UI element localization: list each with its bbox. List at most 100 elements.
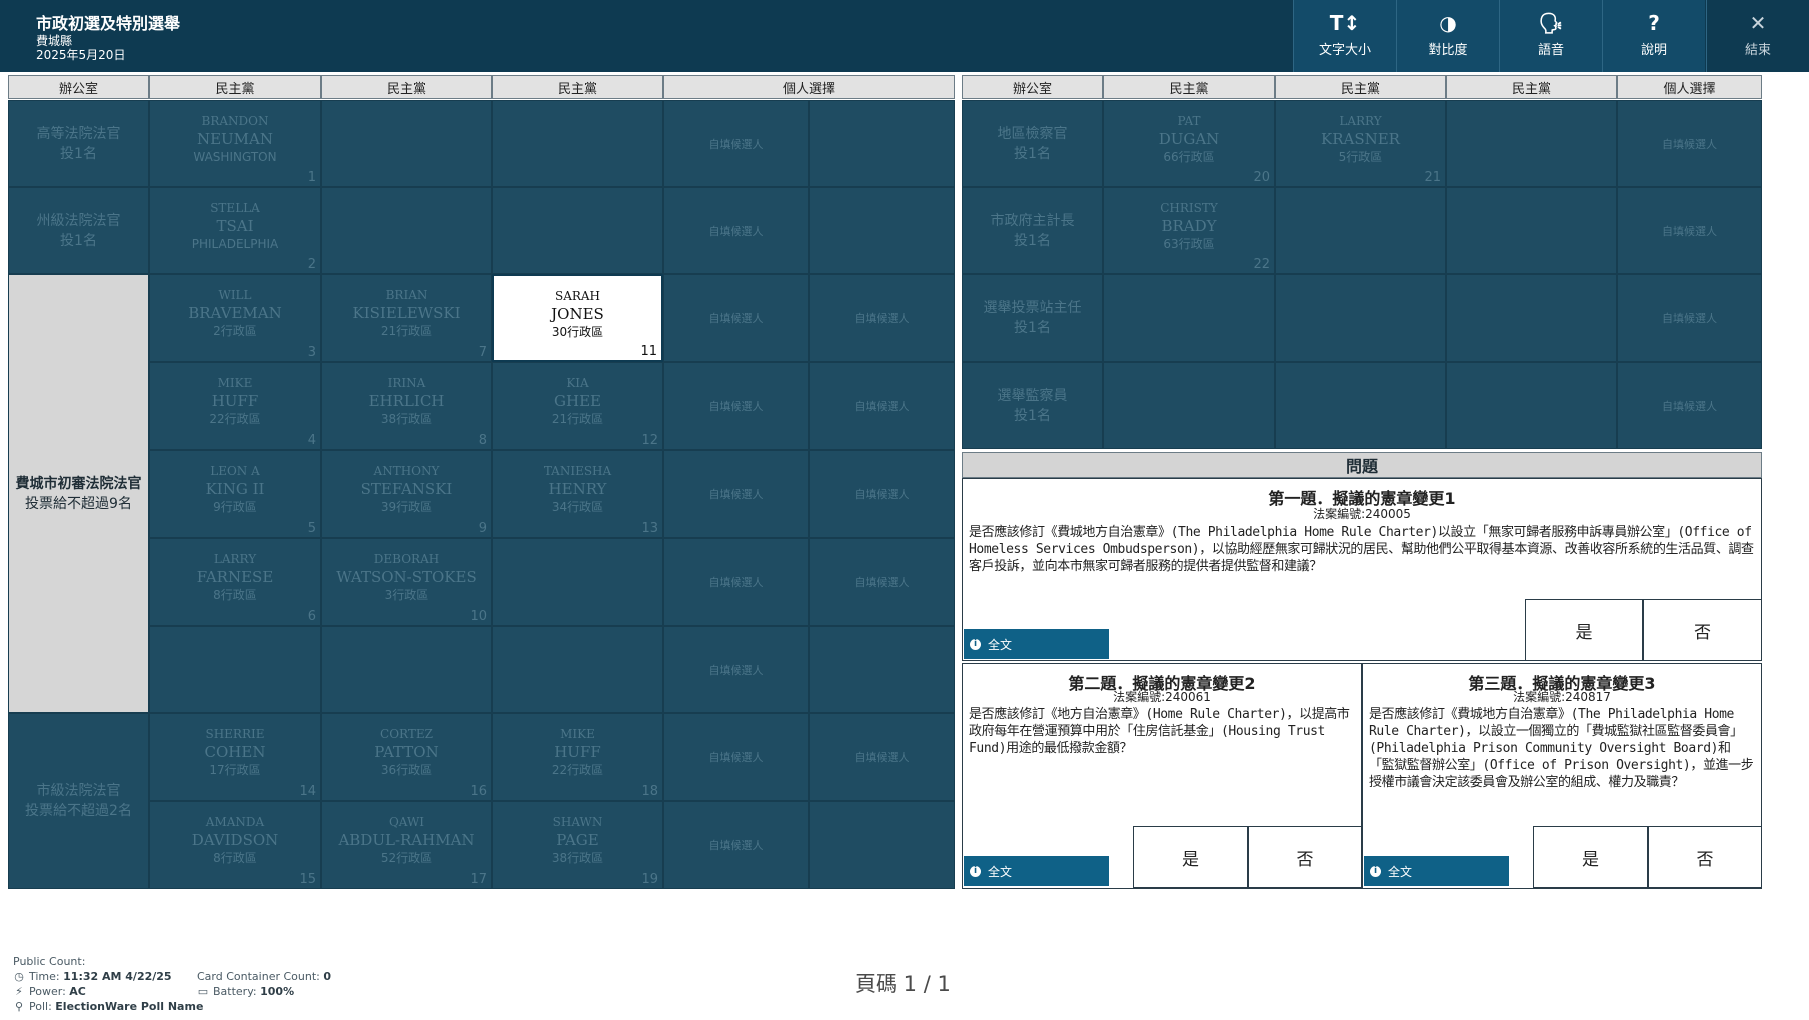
full-text-button[interactable]: i 全文 [1364,856,1509,886]
empty-cell [321,187,492,274]
candidate-larry-farnese[interactable]: LARRY FARNESE 8行政區 6 [149,538,321,626]
write-in-button[interactable]: 自填候選人 [809,538,955,626]
candidate-district: 21行政區 [380,324,433,338]
column-header-office: 辦公室 [962,75,1103,99]
candidate-district: 34行政區 [551,500,604,514]
help-button[interactable]: ? 說明 [1602,0,1705,72]
candidate-first-name: MIKE [217,376,253,390]
bill-number: 法案編號:240005 [1313,507,1411,521]
candidate-taniesha-henry[interactable]: TANIESHA HENRY 34行政區 13 [492,450,663,538]
audio-button[interactable]: 🗣 語音 [1499,0,1602,72]
candidate-qawi-abdul-rahman[interactable]: QAWI ABDUL-RAHMAN 52行政區 17 [321,801,492,889]
write-in-button[interactable]: 自填候選人 [1617,100,1762,187]
candidate-mike-huff-municipal[interactable]: MIKE HUFF 22行政區 18 [492,713,663,801]
write-in-button[interactable]: 自填候選人 [663,538,809,626]
full-text-button[interactable]: i 全文 [964,629,1109,659]
candidate-larry-krasner[interactable]: LARRY KRASNER 5行政區 21 [1275,100,1446,187]
candidate-christy-brady[interactable]: CHRISTY BRADY 63行政區 22 [1103,187,1275,274]
card-container-status: Card Container Count: 0 [197,970,331,983]
vote-limit: 投1名 [1014,232,1051,249]
candidate-cortez-patton[interactable]: CORTEZ PATTON 36行政區 16 [321,713,492,801]
candidate-deborah-watson-stokes[interactable]: DEBORAH WATSON-STOKES 3行政區 10 [321,538,492,626]
write-in-button[interactable]: 自填候選人 [809,274,955,362]
candidate-brandon-neuman[interactable]: BRANDON NEUMAN WASHINGTON 1 [149,100,321,187]
candidate-amanda-davidson[interactable]: AMANDA DAVIDSON 8行政區 15 [149,801,321,889]
office-judge-of-election: 選舉投票站主任 投1名 [962,274,1103,362]
candidate-will-braveman[interactable]: WILL BRAVEMAN 2行政區 3 [149,274,321,362]
question-2: 第二題．擬議的憲章變更2 法案編號:240061 是否應該修訂《地方自治憲章》(… [962,663,1362,889]
empty-cell [1446,100,1617,187]
write-in-button[interactable]: 自填候選人 [663,450,809,538]
candidate-district: 36行政區 [380,763,433,777]
write-in-button[interactable]: 自填候選人 [1617,362,1762,449]
candidate-mike-huff[interactable]: MIKE HUFF 22行政區 4 [149,362,321,450]
empty-cell [1446,187,1617,274]
text-size-icon: T↕ [1329,11,1361,35]
text-size-button[interactable]: T↕ 文字大小 [1293,0,1396,72]
write-in-button[interactable]: 自填候選人 [809,713,955,801]
candidate-leon-king[interactable]: LEON A KING II 9行政區 5 [149,450,321,538]
candidate-first-name: ANTHONY [373,464,440,478]
yes-button[interactable]: 是 [1133,826,1248,888]
contrast-button[interactable]: ◑ 對比度 [1396,0,1499,72]
time-value: 11:32 AM 4/22/25 [63,970,172,983]
candidate-stella-tsai[interactable]: STELLA TSAI PHILADELPHIA 2 [149,187,321,274]
write-in-button[interactable]: 自填候選人 [663,274,809,362]
no-button[interactable]: 否 [1643,599,1762,661]
column-header-democratic: 民主黨 [1103,75,1275,99]
candidate-irina-ehrlich[interactable]: IRINA EHRLICH 38行政區 8 [321,362,492,450]
column-header-democratic: 民主黨 [1275,75,1446,99]
candidate-last-name: BRADY [1161,217,1217,235]
candidate-sherrie-cohen[interactable]: SHERRIE COHEN 17行政區 14 [149,713,321,801]
candidate-district: 5行政區 [1338,150,1383,164]
write-in-button[interactable]: 自填候選人 [663,626,809,713]
clock-icon: ◷ [14,970,24,983]
write-in-button[interactable]: 自填候選人 [809,450,955,538]
candidate-last-name: NEUMAN [196,130,274,148]
candidate-number: 4 [307,433,316,448]
yes-button[interactable]: 是 [1525,599,1643,661]
candidate-shawn-page[interactable]: SHAWN PAGE 38行政區 19 [492,801,663,889]
candidate-number: 16 [470,784,487,799]
empty-cell [321,626,492,713]
write-in-button[interactable]: 自填候選人 [663,801,809,889]
yes-button[interactable]: 是 [1533,826,1648,888]
candidate-last-name: JONES [551,305,604,323]
candidate-last-name: FARNESE [196,568,274,586]
candidate-district: 39行政區 [380,500,433,514]
full-text-button[interactable]: i 全文 [964,856,1109,886]
election-date: 2025年5月20日 [36,48,126,62]
office-name: 選舉投票站主任 [983,300,1082,316]
candidate-last-name: ABDUL-RAHMAN [338,831,475,849]
candidate-pat-dugan[interactable]: PAT DUGAN 66行政區 20 [1103,100,1275,187]
candidate-first-name: SHERRIE [205,727,265,741]
candidate-brian-kisielewski[interactable]: BRIAN KISIELEWSKI 21行政區 7 [321,274,492,362]
candidate-district: 21行政區 [551,412,604,426]
write-in-button[interactable]: 自填候選人 [809,362,955,450]
exit-label: 結束 [1744,43,1771,58]
candidate-sarah-jones-selected[interactable]: SARAH JONES 30行政區 11 [492,274,663,362]
candidate-number: 8 [478,433,487,448]
card-value: 0 [323,970,332,983]
write-in-button[interactable]: 自填候選人 [663,100,809,187]
office-municipal-court: 市級法院法官 投票給不超過2名 [8,713,149,889]
vote-limit: 投1名 [60,145,97,162]
no-button[interactable]: 否 [1648,826,1762,888]
candidate-anthony-stefanski[interactable]: ANTHONY STEFANSKI 39行政區 9 [321,450,492,538]
office-commonwealth-court: 州級法院法官 投1名 [8,187,149,274]
candidate-first-name: LARRY [1339,114,1382,128]
write-in-button[interactable]: 自填候選人 [663,362,809,450]
candidate-district: 8行政區 [213,851,257,865]
candidate-number: 17 [470,872,487,887]
write-in-button[interactable]: 自填候選人 [663,713,809,801]
exit-button[interactable]: ✕ 結束 [1706,0,1809,72]
write-in-button[interactable]: 自填候選人 [1617,187,1762,274]
page-indicator: 頁碼 1 / 1 [855,972,951,996]
write-in-button[interactable]: 自填候選人 [1617,274,1762,362]
candidate-kia-ghee[interactable]: KIA GHEE 21行政區 12 [492,362,663,450]
write-in-button[interactable]: 自填候選人 [663,187,809,274]
battery-value: 100% [260,985,295,998]
no-button[interactable]: 否 [1248,826,1362,888]
contrast-icon: ◑ [1439,11,1457,35]
candidate-first-name: CHRISTY [1160,201,1218,215]
